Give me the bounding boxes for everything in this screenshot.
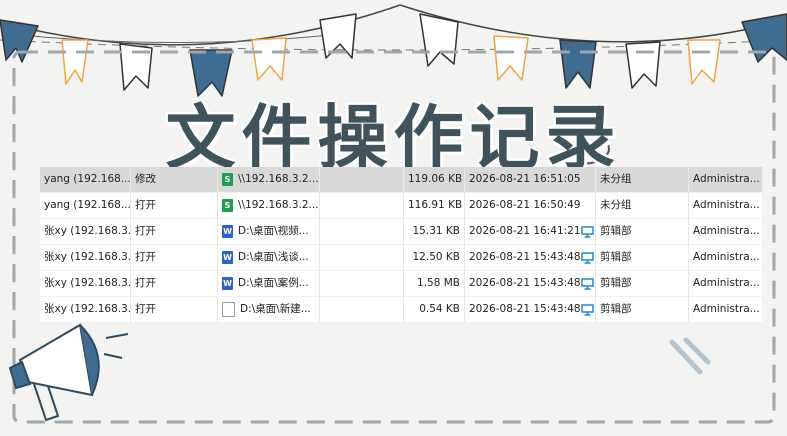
computer-icon	[580, 251, 594, 264]
group-cell: 剪辑部	[596, 297, 689, 322]
timestamp-text: 2026-08-21 16:50:49	[469, 199, 581, 211]
file-size-cell: 116.91 KB	[404, 193, 465, 218]
empty-cell	[320, 167, 404, 192]
timestamp-text: 2026-08-21 15:43:48	[469, 251, 581, 263]
group-cell: 剪辑部	[596, 219, 689, 244]
empty-cell	[320, 193, 404, 218]
time-cell: 2026-08-21 15:43:48	[465, 245, 596, 270]
time-cell: 2026-08-21 16:51:05	[465, 167, 596, 192]
word-file-icon: W	[222, 277, 233, 290]
group-cell: 未分组	[596, 193, 689, 218]
file-path-text: \\192.168.3.2...	[238, 173, 319, 185]
file-path-cell: W D:\桌面\浅谈...	[218, 245, 320, 270]
file-path-text: \\192.168.3.2...	[238, 199, 319, 211]
file-path-text: D:\桌面\浅谈...	[238, 251, 309, 263]
empty-cell	[320, 271, 404, 296]
computer-icon	[580, 303, 594, 316]
time-cell: 2026-08-21 16:50:49	[465, 193, 596, 218]
table-row[interactable]: 张xy (192.168.3... 打开 W D:\桌面\浅谈... 12.50 KB 2…	[40, 245, 762, 271]
file-operation-table: yang (192.168.... 修改 S \\192.168.3.2... 119.…	[40, 167, 762, 323]
file-path-cell: S \\192.168.3.2...	[218, 193, 320, 218]
file-path-text: D:\桌面\新建...	[240, 303, 311, 315]
file-size-cell: 0.54 KB	[404, 297, 465, 322]
file-path-cell: W D:\桌面\视频...	[218, 219, 320, 244]
time-cell: 2026-08-21 16:41:21	[465, 219, 596, 244]
file-size-cell: 12.50 KB	[404, 245, 465, 270]
operation-cell: 打开	[131, 297, 218, 322]
file-path-cell: S \\192.168.3.2...	[218, 167, 320, 192]
user-cell: 张xy (192.168.3...	[40, 297, 131, 322]
file-path-cell: W D:\桌面\案例...	[218, 271, 320, 296]
table-row[interactable]: 张xy (192.168.3... 打开 W D:\桌面\视频... 15.31 KB 2…	[40, 219, 762, 245]
spreadsheet-file-icon: S	[222, 173, 233, 186]
timestamp-text: 2026-08-21 16:51:05	[469, 173, 581, 185]
admin-cell: Administra...	[693, 303, 760, 315]
admin-cell: Administra...	[693, 199, 760, 211]
file-path-cell: D:\桌面\新建...	[218, 297, 320, 322]
empty-cell	[320, 297, 404, 322]
admin-cell: Administra...	[693, 225, 760, 237]
time-cell: 2026-08-21 15:43:48	[465, 297, 596, 322]
spreadsheet-file-icon: S	[222, 199, 233, 212]
file-size-cell: 1.58 MB	[404, 271, 465, 296]
operation-cell: 打开	[131, 245, 218, 270]
file-size-cell: 15.31 KB	[404, 219, 465, 244]
word-file-icon: W	[222, 225, 233, 238]
operation-cell: 修改	[131, 167, 218, 192]
timestamp-text: 2026-08-21 15:43:48	[469, 303, 581, 315]
operation-cell: 打开	[131, 219, 218, 244]
table-row[interactable]: 张xy (192.168.3... 打开 D:\桌面\新建... 0.54 KB 202…	[40, 297, 762, 323]
table-row[interactable]: yang (192.168.... 修改 S \\192.168.3.2... 119.…	[40, 167, 762, 193]
operation-cell: 打开	[131, 193, 218, 218]
timestamp-text: 2026-08-21 16:41:21	[469, 225, 581, 237]
admin-cell: Administra...	[693, 173, 760, 185]
group-cell: 未分组	[596, 167, 689, 192]
text-file-icon	[222, 302, 235, 317]
table-row[interactable]: yang (192.168.... 打开 S \\192.168.3.2... 116.…	[40, 193, 762, 219]
file-size-cell: 119.06 KB	[404, 167, 465, 192]
empty-cell	[320, 245, 404, 270]
empty-cell	[320, 219, 404, 244]
operation-cell: 打开	[131, 271, 218, 296]
file-path-text: D:\桌面\视频...	[238, 225, 309, 237]
group-cell: 剪辑部	[596, 271, 689, 296]
timestamp-text: 2026-08-21 15:43:48	[469, 277, 581, 289]
user-cell: yang (192.168....	[40, 193, 131, 218]
user-cell: 张xy (192.168.3...	[40, 245, 131, 270]
user-cell: 张xy (192.168.3...	[40, 219, 131, 244]
word-file-icon: W	[222, 251, 233, 264]
group-cell: 剪辑部	[596, 245, 689, 270]
computer-icon	[580, 277, 594, 290]
time-cell: 2026-08-21 15:43:48	[465, 271, 596, 296]
user-cell: 张xy (192.168.3...	[40, 271, 131, 296]
table-row[interactable]: 张xy (192.168.3... 打开 W D:\桌面\案例... 1.58 MB 20…	[40, 271, 762, 297]
user-cell: yang (192.168....	[40, 167, 131, 192]
admin-cell: Administra...	[693, 277, 760, 289]
computer-icon	[580, 225, 594, 238]
admin-cell: Administra...	[693, 251, 760, 263]
file-path-text: D:\桌面\案例...	[238, 277, 309, 289]
